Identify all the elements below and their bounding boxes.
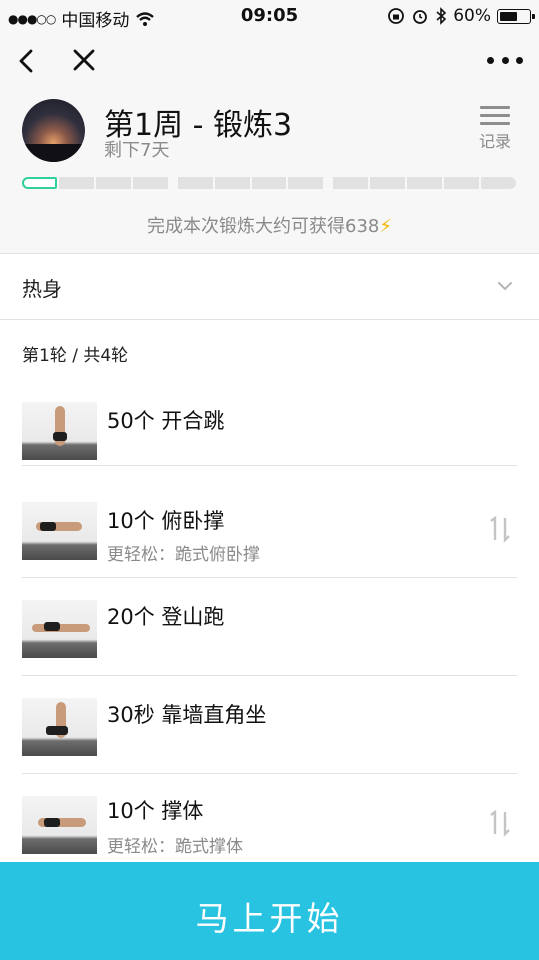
progress-segment: [177, 177, 213, 189]
start-button-label: 马上开始: [195, 899, 344, 938]
progress-segment: [95, 177, 131, 189]
battery-icon: [497, 8, 535, 24]
exercise-name: 10个 撑体: [107, 799, 204, 823]
progress-segment: [132, 177, 168, 189]
battery-percent: 60%: [453, 6, 491, 26]
reward-label: 完成本次锻炼大约可获得638: [147, 216, 380, 237]
close-icon[interactable]: [68, 44, 100, 78]
progress-segment: [333, 177, 369, 189]
progress-segment: [407, 177, 443, 189]
progress-segment: [370, 177, 406, 189]
progress-segment: [58, 177, 94, 189]
remaining-days: 剩下7天: [104, 140, 170, 161]
exercise-name: 10个 俯卧撑: [107, 509, 225, 533]
avatar: [22, 99, 85, 162]
exercise-name: 20个 登山跑: [107, 605, 225, 629]
exercise-thumbnail: [22, 796, 97, 854]
easier-variant: 更轻松：跪式撑体: [107, 837, 243, 857]
progress-segment: [288, 177, 324, 189]
workout-progress: [22, 177, 516, 189]
exercise-row-dips[interactable]: 10个 撑体 更轻松：跪式撑体: [0, 775, 539, 872]
start-button[interactable]: 马上开始: [0, 862, 539, 960]
exercise-thumbnail: [22, 698, 97, 756]
exercise-row-wall-sit[interactable]: 30秒 靠墙直角坐: [0, 677, 539, 774]
exercise-name: 30秒 靠墙直角坐: [107, 703, 267, 727]
exercise-name: 50个 开合跳: [107, 409, 225, 433]
nav-bar: [0, 32, 539, 90]
exercise-row-jumping-jacks[interactable]: 50个 开合跳: [0, 369, 539, 466]
exercise-thumbnail: [22, 502, 97, 560]
more-dots-icon[interactable]: [487, 50, 523, 70]
warmup-label: 热身: [22, 277, 62, 301]
easier-variant: 更轻松：跪式俯卧撑: [107, 545, 260, 565]
chevron-left-icon[interactable]: [12, 44, 42, 78]
progress-segment: [444, 177, 480, 189]
status-bar: ●●●○○ 中国移动 09:05 60%: [0, 0, 539, 32]
bluetooth-icon: [436, 7, 447, 25]
progress-segment: [22, 177, 57, 189]
round-label: 第1轮 / 共4轮: [22, 346, 129, 366]
warmup-row[interactable]: 热身: [0, 254, 539, 320]
lightning-icon: ⚡: [379, 216, 392, 237]
record-label: 记录: [478, 132, 511, 151]
record-button[interactable]: 记录: [475, 106, 515, 154]
alarm-icon: [413, 10, 428, 24]
exercise-thumbnail: [22, 402, 97, 460]
rotation-lock-icon: [388, 8, 405, 24]
workout-header: 第1周 - 锻炼3 剩下7天 记录 完成本次锻炼大约可获得638⚡: [0, 90, 539, 254]
chevron-down-icon: [498, 282, 512, 291]
progress-segment: [481, 177, 516, 189]
exercise-row-push-up[interactable]: 10个 俯卧撑 更轻松：跪式俯卧撑: [0, 481, 539, 578]
list-icon: [480, 106, 510, 125]
swap-variant-icon[interactable]: [487, 515, 513, 543]
swap-variant-icon[interactable]: [487, 809, 513, 837]
progress-segment: [251, 177, 287, 189]
exercise-thumbnail: [22, 600, 97, 658]
exercise-row-mountain-climber[interactable]: 20个 登山跑: [0, 579, 539, 676]
progress-segment: [214, 177, 250, 189]
reward-text: 完成本次锻炼大约可获得638⚡: [0, 212, 539, 238]
